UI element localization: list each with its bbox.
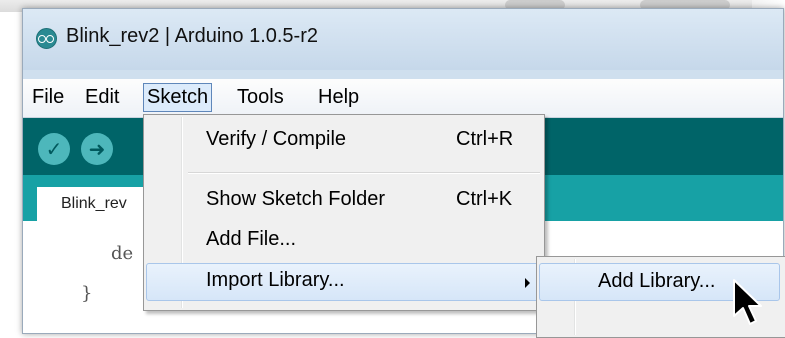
menu-item-label: Add Library... [598,270,716,292]
menu-item-import-library[interactable]: Import Library... [146,263,542,301]
menu-item-label: Add File... [206,228,297,250]
title-bar[interactable]: Blink_rev2 | Arduino 1.0.5-r2 [23,9,783,70]
sketch-menu-dropdown: Verify / Compile Ctrl+R Show Sketch Fold… [143,114,545,311]
menu-tools[interactable]: Tools [234,83,287,112]
check-icon: ✓ [45,137,63,161]
menu-item-label: Import Library... [206,269,345,291]
menu-item-label: Show Sketch Folder [206,188,385,210]
menu-bar: File Edit Sketch Tools Help [23,79,783,118]
menu-separator [188,172,540,174]
menu-item-shortcut: Ctrl+R [456,128,514,150]
arrow-right-icon: ➜ [88,137,106,161]
menu-item-verify-compile[interactable]: Verify / Compile Ctrl+R [146,122,542,158]
menu-help[interactable]: Help [315,83,362,112]
arduino-logo-icon [36,28,57,49]
tab-blink-rev2[interactable]: Blink_rev [37,187,147,221]
upload-button[interactable]: ➜ [81,133,113,165]
submenu-arrow-icon [525,278,530,288]
menu-item-add-file[interactable]: Add File... [146,222,542,258]
menu-sketch[interactable]: Sketch [143,83,213,112]
window-title: Blink_rev2 | Arduino 1.0.5-r2 [66,25,319,47]
mouse-pointer-icon [733,279,762,325]
menu-item-label: Verify / Compile [206,128,347,150]
menu-file[interactable]: File [29,83,67,112]
verify-button[interactable]: ✓ [38,133,70,165]
code-line: } [81,283,93,304]
menu-item-show-sketch-folder[interactable]: Show Sketch Folder Ctrl+K [146,182,542,218]
code-line: de [111,243,134,264]
menu-edit[interactable]: Edit [82,83,122,112]
menu-item-shortcut: Ctrl+K [456,188,513,210]
